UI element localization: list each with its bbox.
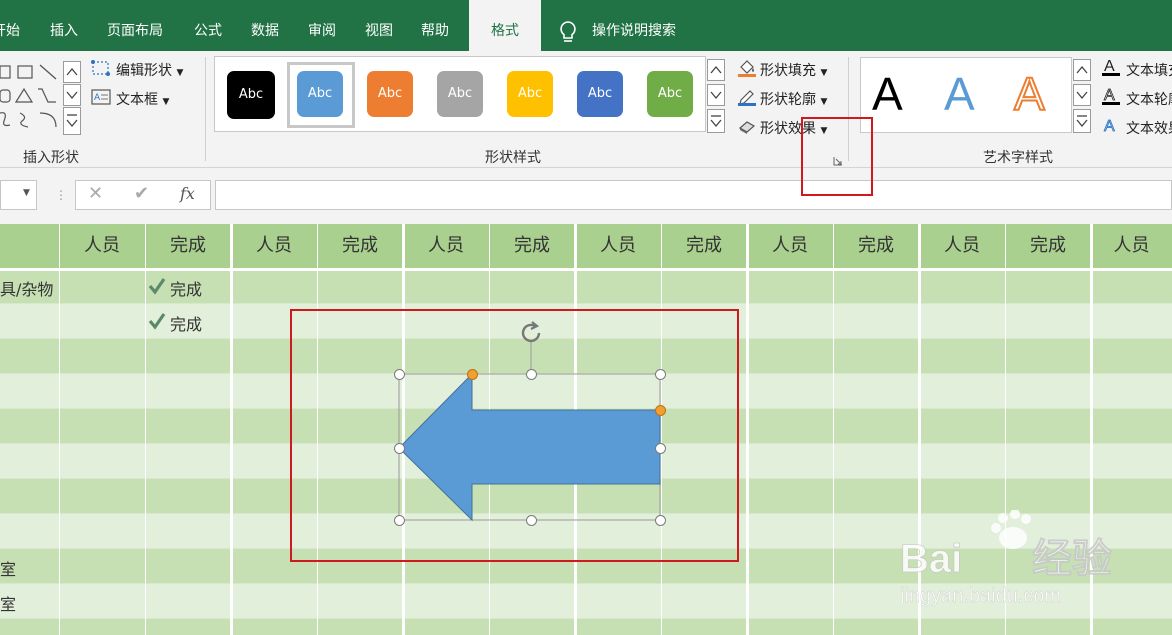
ribbon: 编辑形状 ▼ A 文本框 ▼ 插入形状 Abc Abc Abc Abc Abc Abc Ab… [0,51,1172,168]
svg-text:A: A [1104,87,1115,104]
group-separator [205,57,206,161]
tell-me-search[interactable]: 操作说明搜索 [592,0,684,51]
svg-text:A: A [1104,58,1115,75]
formula-input[interactable] [215,180,1172,210]
group-label-wordart-styles: 艺术字样式 [983,150,1053,166]
wordart-style-black[interactable]: A [872,69,903,119]
shape-style-swatch[interactable]: Abc [227,71,275,119]
shapes-scroll-up[interactable] [63,61,81,83]
shape-outline-label: 形状轮廓 [760,92,816,108]
styles-gallery-more[interactable] [707,109,725,133]
shapes-gallery[interactable] [0,61,62,135]
chevron-down-icon: ▼ [176,68,184,78]
chevron-down-icon: ▼ [162,97,170,107]
text-fill-button[interactable]: 文本填充 [1126,60,1172,80]
text-box-button[interactable]: 文本框 ▼ [116,89,169,109]
text-fill-icon: A [1102,56,1120,78]
styles-scroll-up[interactable] [707,59,725,81]
more-options-icon: ⋮ [55,188,67,202]
tab-formulas[interactable]: 公式 [194,0,226,51]
shape-outline-button[interactable]: 形状轮廓 ▼ [760,89,827,109]
chevron-down-icon: ▼ [820,97,828,107]
paint-bucket-icon [737,58,757,78]
tab-format-label: 格式 [491,23,519,39]
pencil-outline-icon [737,87,757,107]
group-label-insert-shapes: 插入形状 [23,150,79,166]
svg-text:A: A [1104,118,1115,135]
highlight-box [290,309,739,562]
cancel-icon[interactable]: ✕ [88,183,103,204]
shape-style-swatch[interactable]: Abc [507,71,553,117]
name-box[interactable]: ▼ [0,180,37,210]
formula-buttons: ✕ ✔ fx [75,180,211,210]
wordart-gallery-more[interactable] [1073,109,1091,133]
group-label-shape-styles: 形状样式 [485,150,541,166]
tab-page-layout[interactable]: 页面布局 [107,0,169,51]
edit-shape-button[interactable]: 编辑形状 ▼ [116,60,183,80]
highlight-box [801,117,873,196]
insert-function-button[interactable]: fx [180,184,195,203]
chevron-down-icon: ▼ [23,188,30,198]
text-outline-icon: A [1102,85,1120,107]
enter-icon[interactable]: ✔ [134,183,149,204]
tab-home[interactable]: 开始 [0,0,26,51]
wordart-scroll-up[interactable] [1073,59,1091,81]
tab-data[interactable]: 数据 [251,0,283,51]
shapes-scroll-down[interactable] [63,84,81,106]
shape-fill-label: 形状填充 [760,63,816,79]
tab-format[interactable]: 格式 [469,0,541,51]
tab-view[interactable]: 视图 [365,0,397,51]
chevron-down-icon: ▼ [820,68,828,78]
text-box-icon: A [91,88,111,106]
text-effects-icon: A [1102,114,1120,136]
wordart-scroll-down[interactable] [1073,84,1091,106]
tab-insert[interactable]: 插入 [50,0,82,51]
svg-text:A: A [94,93,101,103]
shapes-gallery-more[interactable] [63,107,81,135]
shape-style-swatch[interactable]: Abc [577,71,623,117]
wordart-style-blue[interactable]: A [944,69,975,119]
text-outline-button[interactable]: 文本轮廓 [1126,89,1172,109]
shape-style-swatch[interactable]: Abc [367,71,413,117]
shape-style-swatch[interactable]: Abc [437,71,483,117]
shape-effects-icon [737,116,757,136]
wordart-style-orange-outline[interactable]: A [1013,68,1046,120]
edit-shape-label: 编辑形状 [116,63,172,79]
shape-style-swatch[interactable]: Abc [647,71,693,117]
lightbulb-icon[interactable] [558,20,578,44]
styles-scroll-down[interactable] [707,84,725,106]
shape-style-swatch[interactable]: Abc [297,71,343,117]
tab-help[interactable]: 帮助 [421,0,453,51]
text-effects-button[interactable]: 文本效果 [1126,118,1172,138]
tab-review[interactable]: 审阅 [308,0,340,51]
shape-fill-button[interactable]: 形状填充 ▼ [760,60,827,80]
formula-bar: ▼ ⋮ ✕ ✔ fx [0,168,1172,224]
edit-shape-icon [91,59,111,77]
ribbon-tab-bar: 开始 插入 页面布局 公式 数据 审阅 视图 帮助 格式 操作说明搜索 [0,0,1172,51]
text-box-label: 文本框 [116,92,158,108]
worksheet-grid[interactable]: 人员 完成 人员 完成 人员 完成 人员 完成 人员 完成 人员 完成 人员 具/杂物室室完成 完成 [0,224,1172,635]
